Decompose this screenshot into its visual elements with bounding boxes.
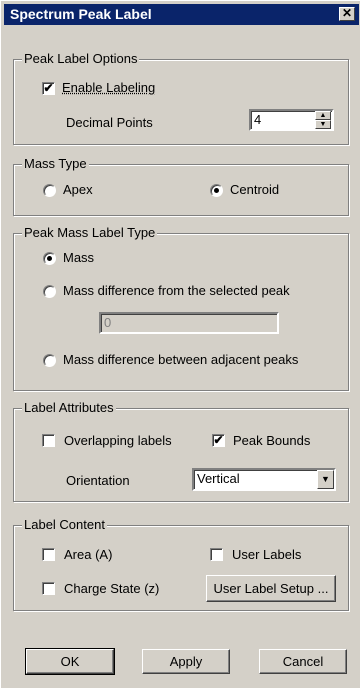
checkmark-icon: ✔ <box>43 81 54 95</box>
orientation-select[interactable]: Vertical ▼ <box>192 468 336 491</box>
close-icon: ✕ <box>341 6 353 20</box>
centroid-label[interactable]: Centroid <box>230 182 279 198</box>
enable-labeling-checkbox[interactable]: ✔ <box>42 82 55 95</box>
group-title-peak-mass-label-type: Peak Mass Label Type <box>22 225 158 241</box>
cancel-button[interactable]: Cancel <box>259 649 347 674</box>
mass-diff-selected-radio[interactable] <box>43 285 56 298</box>
peak-bounds-checkbox[interactable]: ✔ <box>212 434 225 447</box>
mass-diff-adjacent-radio[interactable] <box>43 354 56 367</box>
dropdown-arrow-button[interactable]: ▼ <box>317 470 334 489</box>
charge-state-checkbox[interactable] <box>42 582 55 595</box>
spin-down-button[interactable]: ▼ <box>315 120 331 129</box>
overlapping-labels-checkbox[interactable] <box>42 434 55 447</box>
mass-diff-value-input[interactable]: 0 <box>99 312 279 334</box>
user-label-setup-button[interactable]: User Label Setup ... <box>206 575 336 602</box>
centroid-radio[interactable] <box>210 184 223 197</box>
label-attributes-group: Label Attributes Overlapping labels ✔ Pe… <box>13 400 349 502</box>
apex-label[interactable]: Apex <box>63 182 93 198</box>
orientation-value: Vertical <box>197 471 240 486</box>
mass-type-group: Mass Type Apex Centroid <box>13 156 349 216</box>
dialog-title: Spectrum Peak Label <box>10 6 152 22</box>
charge-state-label[interactable]: Charge State (z) <box>64 581 159 597</box>
spin-up-button[interactable]: ▲ <box>315 111 331 120</box>
apex-radio[interactable] <box>43 184 56 197</box>
group-title-label-content: Label Content <box>22 517 107 533</box>
spin-down-icon: ▼ <box>319 121 327 128</box>
area-label[interactable]: Area (A) <box>64 547 112 563</box>
peak-label-options-group: Peak Label Options ✔ Enable Labeling Dec… <box>13 51 349 145</box>
group-title-peak-label-options: Peak Label Options <box>22 51 140 67</box>
mass-label[interactable]: Mass <box>63 250 94 266</box>
checkmark-icon: ✔ <box>213 433 224 447</box>
mass-diff-value: 0 <box>104 315 112 330</box>
ok-button[interactable]: OK <box>25 648 115 675</box>
area-checkbox[interactable] <box>42 548 55 561</box>
radio-selected-dot <box>47 256 52 261</box>
overlapping-labels-label[interactable]: Overlapping labels <box>64 433 172 449</box>
spin-up-icon: ▲ <box>319 112 327 119</box>
mass-radio[interactable] <box>43 252 56 265</box>
label-content-group: Label Content Area (A) User Labels Charg… <box>13 517 349 611</box>
peak-mass-label-type-group: Peak Mass Label Type Mass Mass differenc… <box>13 225 349 391</box>
title-bar: Spectrum Peak Label ✕ <box>4 4 359 25</box>
group-title-mass-type: Mass Type <box>22 156 89 172</box>
enable-labeling-label[interactable]: Enable Labeling <box>62 80 155 96</box>
close-button[interactable]: ✕ <box>339 7 355 21</box>
decimal-points-value: 4 <box>254 112 262 127</box>
spectrum-peak-label-dialog: Spectrum Peak Label ✕ Peak Label Options… <box>0 0 360 689</box>
group-title-label-attributes: Label Attributes <box>22 400 116 416</box>
mass-diff-selected-label[interactable]: Mass difference from the selected peak <box>63 283 290 299</box>
radio-selected-dot <box>214 188 219 193</box>
orientation-label: Orientation <box>66 473 130 488</box>
user-labels-checkbox[interactable] <box>210 548 223 561</box>
apply-button[interactable]: Apply <box>142 649 230 674</box>
mass-diff-adjacent-label[interactable]: Mass difference between adjacent peaks <box>63 352 298 368</box>
peak-bounds-label[interactable]: Peak Bounds <box>233 433 310 449</box>
user-labels-label[interactable]: User Labels <box>232 547 301 563</box>
chevron-down-icon: ▼ <box>321 474 330 484</box>
decimal-points-input[interactable]: 4 ▲ ▼ <box>249 109 334 131</box>
decimal-points-label: Decimal Points <box>66 115 153 130</box>
